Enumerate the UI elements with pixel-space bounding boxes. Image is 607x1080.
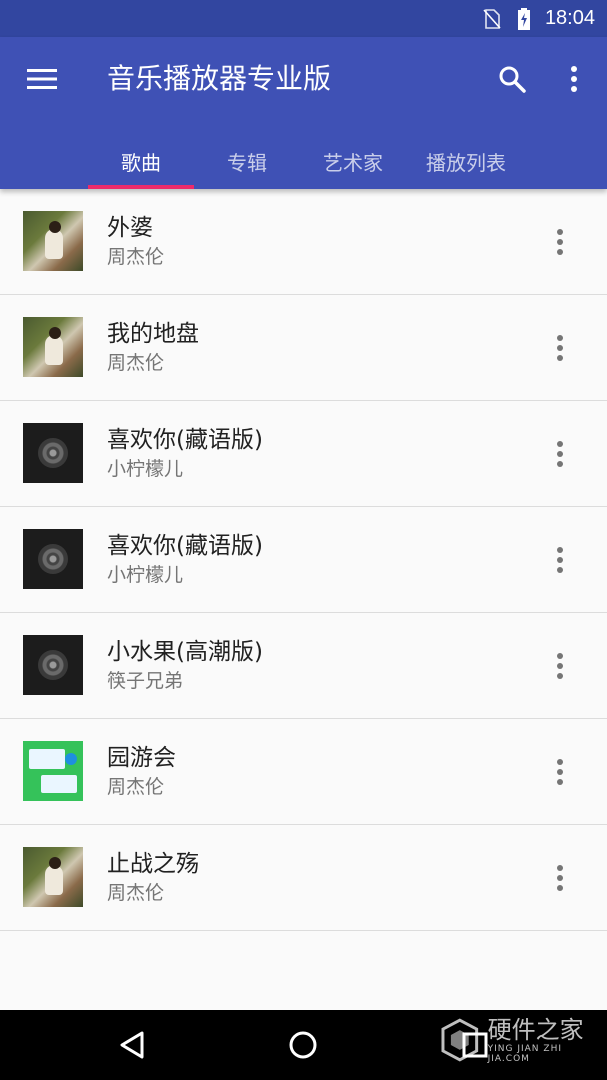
default-disc-cover [23,423,83,483]
song-artist: 周杰伦 [107,352,165,374]
more-options-icon[interactable] [540,540,580,580]
watermark: 硬件之家 YING JIAN ZHI JIA.COM [440,1016,607,1064]
more-options-icon[interactable] [540,646,580,686]
battery-charging-icon [513,7,535,30]
song-row[interactable]: 喜欢你(藏语版) 小柠檬儿 [0,401,607,507]
song-artist: 周杰伦 [107,776,165,798]
song-title: 喜欢你(藏语版) [107,533,263,559]
watermark-text: 硬件之家 [487,1016,584,1044]
more-options-icon[interactable] [540,328,580,368]
song-artist: 周杰伦 [107,246,165,268]
tab-bar: 歌曲 专辑 艺术家 播放列表 [0,134,607,189]
album-cover [23,317,83,377]
album-cover [23,211,83,271]
default-disc-cover [23,635,83,695]
system-nav-bar: 硬件之家 YING JIAN ZHI JIA.COM [0,1010,607,1080]
song-artist: 小柠檬儿 [107,564,184,586]
tab-artists[interactable]: 艺术家 [300,134,406,189]
song-title: 止战之殇 [107,851,199,877]
song-title: 园游会 [107,745,176,771]
song-artist: 周杰伦 [107,882,165,904]
app-toolbar: 音乐播放器专业版 歌曲 专辑 艺术家 播放列表 [0,37,607,189]
song-title: 喜欢你(藏语版) [107,427,263,453]
song-row[interactable]: 止战之殇 周杰伦 [0,825,607,931]
song-row[interactable]: 园游会 周杰伦 [0,719,607,825]
song-artist: 筷子兄弟 [107,670,184,692]
song-artist: 小柠檬儿 [107,458,184,480]
song-row[interactable]: 外婆 周杰伦 [0,189,607,295]
status-time: 18:04 [544,7,595,29]
status-bar: 18:04 [0,0,607,37]
default-disc-cover [23,529,83,589]
song-title: 小水果(高潮版) [107,639,263,665]
more-options-icon[interactable] [540,222,580,262]
album-cover [23,847,83,907]
song-row[interactable]: 喜欢你(藏语版) 小柠檬儿 [0,507,607,613]
overflow-menu-icon[interactable] [554,59,594,99]
watermark-subtext: YING JIAN ZHI JIA.COM [487,1044,562,1064]
tab-songs[interactable]: 歌曲 [88,134,194,189]
back-icon[interactable] [112,1025,152,1065]
tab-playlists[interactable]: 播放列表 [406,134,526,189]
more-options-icon[interactable] [540,858,580,898]
search-icon[interactable] [492,59,532,99]
no-sim-icon [481,8,503,30]
more-options-icon[interactable] [540,752,580,792]
song-list: 外婆 周杰伦 我的地盘 周杰伦 喜欢你(藏语版) 小柠檬儿 喜欢你(藏语版) 小… [0,189,607,931]
more-options-icon[interactable] [540,434,580,474]
app-title: 音乐播放器专业版 [107,62,332,95]
song-title: 我的地盘 [107,321,199,347]
tab-albums[interactable]: 专辑 [194,134,300,189]
menu-icon[interactable] [22,59,62,99]
album-cover [23,741,83,801]
song-row[interactable]: 我的地盘 周杰伦 [0,295,607,401]
song-title: 外婆 [107,215,153,241]
home-icon[interactable] [283,1025,323,1065]
song-row[interactable]: 小水果(高潮版) 筷子兄弟 [0,613,607,719]
watermark-logo-icon [441,1018,479,1062]
